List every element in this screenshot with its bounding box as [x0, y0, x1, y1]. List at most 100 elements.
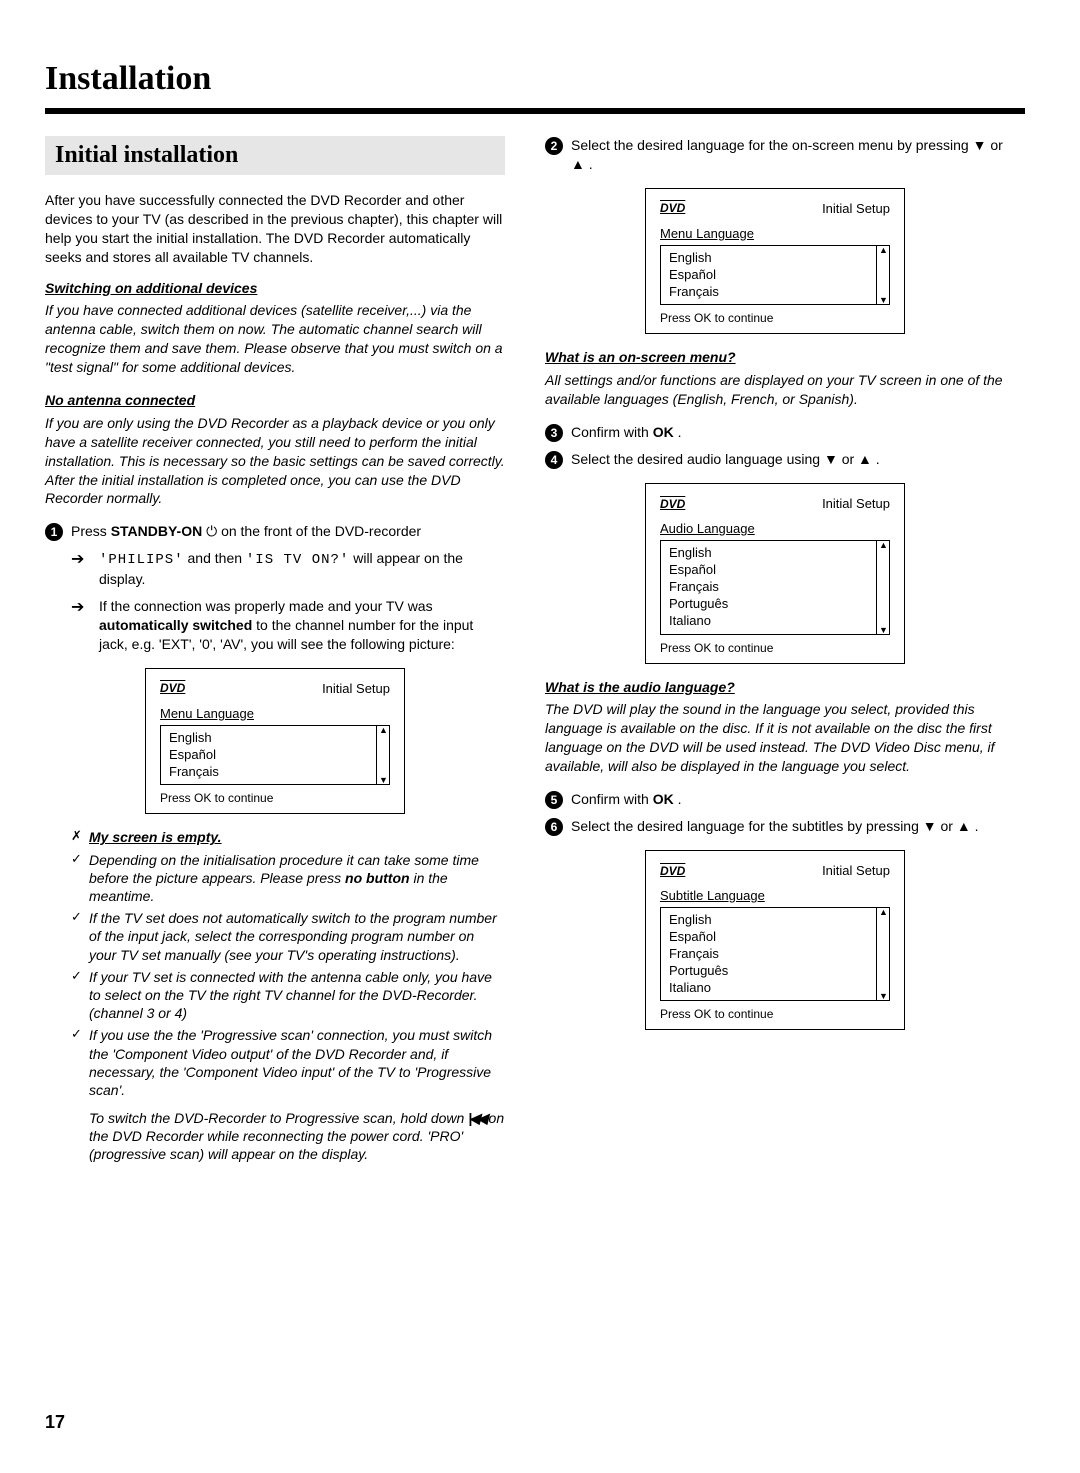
list-item: Español — [669, 267, 881, 284]
tv-screen-menu-language: DVD Initial Setup Menu Language ▲▼ Engli… — [145, 668, 405, 815]
connection-text: If the connection was properly made and … — [99, 597, 505, 654]
no-antenna-title: No antenna connected — [45, 391, 505, 410]
title-rule — [45, 108, 1025, 114]
step-number-icon: 6 — [545, 818, 563, 836]
check-icon: ✓ — [71, 909, 89, 964]
text: on the front of the DVD-recorder — [217, 523, 421, 539]
tv-menu-heading: Menu Language — [160, 706, 390, 721]
troubleshoot-block: ✗ My screen is empty. ✓ Depending on the… — [71, 828, 505, 1163]
list-item: English — [669, 250, 881, 267]
list-item: Español — [669, 562, 881, 579]
trouble-title: My screen is empty. — [89, 828, 505, 846]
step-3: 3 Confirm with OK . — [545, 423, 1005, 442]
scroll-icon: ▲▼ — [376, 725, 390, 786]
right-column: 2 Select the desired language for the on… — [545, 136, 1005, 1168]
list-item: Italiano — [669, 980, 881, 997]
step-4-text: Select the desired audio language using … — [571, 450, 1005, 469]
what-is-osm-title: What is an on-screen menu? — [545, 348, 1005, 367]
step-1-text: Press STANDBY-ON ⏻ on the front of the D… — [71, 522, 505, 541]
tv-screen-menu-language-2: DVD Initial Setup Menu Language ▲▼ Engli… — [645, 188, 905, 335]
dvd-logo-icon: DVD — [160, 681, 185, 695]
display-text: 'PHILIPS' and then 'IS TV ON?' will appe… — [99, 549, 505, 589]
check-icon: ✓ — [71, 851, 89, 906]
step-number-icon: 4 — [545, 451, 563, 469]
step-6: 6 Select the desired language for the su… — [545, 817, 1005, 836]
tv-language-list: ▲▼ English Español Français — [660, 245, 890, 306]
blank — [71, 1109, 89, 1164]
tv-ok-prompt: Press OK to continue — [660, 641, 890, 655]
switching-devices-title: Switching on additional devices — [45, 279, 505, 298]
seg-text: 'PHILIPS' — [99, 552, 184, 568]
check-icon: ✓ — [71, 968, 89, 1023]
step-2: 2 Select the desired language for the on… — [545, 136, 1005, 174]
trouble-item: If the TV set does not automatically swi… — [89, 909, 505, 964]
tv-setup-title: Initial Setup — [822, 496, 890, 511]
tv-language-list: ▲▼ English Español Français — [160, 725, 390, 786]
list-item: English — [669, 545, 881, 562]
step-2-text: Select the desired language for the on-s… — [571, 136, 1005, 174]
intro-text: After you have successfully connected th… — [45, 191, 505, 267]
page-number: 17 — [45, 1412, 65, 1433]
trouble-foot: To switch the DVD-Recorder to Progressiv… — [89, 1109, 505, 1164]
step-4: 4 Select the desired audio language usin… — [545, 450, 1005, 469]
list-item: English — [169, 730, 381, 747]
list-item: Português — [669, 963, 881, 980]
tv-language-list: ▲▼ English Español Français Português It… — [660, 907, 890, 1001]
list-item: Français — [669, 284, 881, 301]
no-antenna-body: If you are only using the DVD Recorder a… — [45, 414, 505, 508]
page-title: Installation — [45, 60, 1025, 98]
arrow-icon: ➔ — [71, 549, 89, 589]
left-column: Initial installation After you have succ… — [45, 136, 505, 1168]
scroll-icon: ▲▼ — [876, 540, 890, 634]
trouble-item: If you use the the 'Progressive scan' co… — [89, 1026, 505, 1099]
arrow-icon: ➔ — [71, 597, 89, 654]
step-1-sub-a: ➔ 'PHILIPS' and then 'IS TV ON?' will ap… — [71, 549, 505, 589]
text: and then — [184, 550, 246, 566]
list-item: Español — [169, 747, 381, 764]
text: If the connection was properly made and … — [99, 598, 433, 614]
tv-ok-prompt: Press OK to continue — [660, 1007, 890, 1021]
seg-text: 'IS TV ON?' — [246, 552, 349, 568]
list-item: Italiano — [669, 613, 881, 630]
section-heading: Initial installation — [45, 136, 505, 175]
bold: automatically switched — [99, 617, 252, 633]
trouble-item: Depending on the initialisation procedur… — [89, 851, 505, 906]
tv-subtitle-heading: Subtitle Language — [660, 888, 890, 903]
standby-on-label: STANDBY-ON — [111, 523, 203, 539]
text: Press — [71, 523, 111, 539]
trouble-item: If your TV set is connected with the ant… — [89, 968, 505, 1023]
tv-setup-title: Initial Setup — [822, 201, 890, 216]
tv-ok-prompt: Press OK to continue — [160, 791, 390, 805]
what-is-audio-title: What is the audio language? — [545, 678, 1005, 697]
step-1: 1 Press STANDBY-ON ⏻ on the front of the… — [45, 522, 505, 541]
list-item: Français — [169, 764, 381, 781]
scroll-icon: ▲▼ — [876, 245, 890, 306]
scroll-icon: ▲▼ — [876, 907, 890, 1001]
tv-setup-title: Initial Setup — [322, 681, 390, 696]
tv-setup-title: Initial Setup — [822, 863, 890, 878]
tv-language-list: ▲▼ English Español Français Português It… — [660, 540, 890, 634]
dvd-logo-icon: DVD — [660, 497, 685, 511]
list-item: Español — [669, 929, 881, 946]
switching-devices-body: If you have connected additional devices… — [45, 301, 505, 377]
step-number-icon: 1 — [45, 523, 63, 541]
step-number-icon: 3 — [545, 424, 563, 442]
content-columns: Initial installation After you have succ… — [45, 136, 1025, 1168]
what-is-osm-body: All settings and/or functions are displa… — [545, 371, 1005, 409]
what-is-audio-body: The DVD will play the sound in the langu… — [545, 700, 1005, 776]
step-number-icon: 2 — [545, 137, 563, 155]
tv-screen-subtitle-language: DVD Initial Setup Subtitle Language ▲▼ E… — [645, 850, 905, 1030]
list-item: English — [669, 912, 881, 929]
list-item: Français — [669, 946, 881, 963]
cross-icon: ✗ — [71, 828, 89, 846]
tv-ok-prompt: Press OK to continue — [660, 311, 890, 325]
step-3-text: Confirm with OK . — [571, 423, 1005, 442]
rewind-icon: |◀◀ — [468, 1110, 484, 1126]
step-5-text: Confirm with OK . — [571, 790, 1005, 809]
step-6-text: Select the desired language for the subt… — [571, 817, 1005, 836]
step-number-icon: 5 — [545, 791, 563, 809]
tv-screen-audio-language: DVD Initial Setup Audio Language ▲▼ Engl… — [645, 483, 905, 663]
check-icon: ✓ — [71, 1026, 89, 1099]
dvd-logo-icon: DVD — [660, 864, 685, 878]
tv-audio-heading: Audio Language — [660, 521, 890, 536]
